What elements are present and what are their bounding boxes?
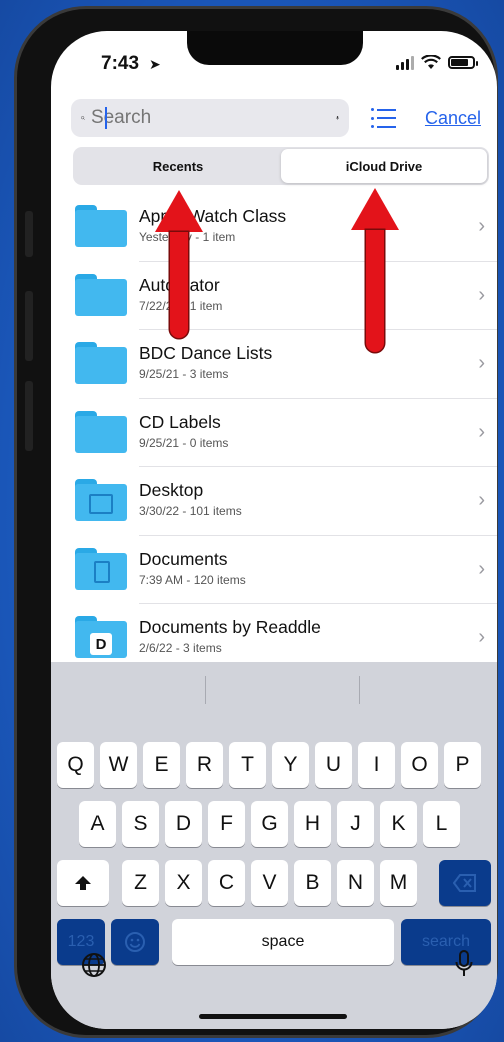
file-name: Desktop [139, 480, 204, 500]
keyboard-row-2: A S D F G H J K L [51, 801, 497, 847]
emoji-icon [125, 932, 145, 952]
file-meta: 3/30/22 - 101 items [139, 504, 242, 518]
chevron-right-icon: › [478, 489, 485, 511]
desktop-folder-icon [75, 479, 127, 521]
search-row: Cancel [71, 99, 481, 137]
backspace-icon [453, 874, 476, 892]
keyboard-row-4: 123 space search [51, 919, 497, 965]
key-l[interactable]: L [423, 801, 460, 847]
globe-icon[interactable] [81, 952, 107, 985]
tab-icloud-drive[interactable]: iCloud Drive [281, 149, 487, 183]
phone-frame: 7:43 ➤ Search Cancel Recents iCloud Driv… [14, 6, 498, 1038]
key-d[interactable]: D [165, 801, 202, 847]
file-name: CD Labels [139, 411, 221, 432]
space-key[interactable]: space [172, 919, 394, 965]
file-meta: 7:39 AM - 120 items [139, 572, 246, 587]
cancel-button[interactable]: Cancel [425, 108, 481, 129]
key-v[interactable]: V [251, 860, 288, 906]
wifi-icon [421, 55, 441, 69]
keyboard-row-3: Z X C V B N M [51, 860, 497, 906]
key-i[interactable]: I [358, 742, 395, 788]
list-item-automator[interactable]: Automator7/22/21 - 1 item › [51, 262, 497, 331]
annotation-arrow-recents [155, 190, 203, 338]
shift-key[interactable] [57, 860, 109, 906]
file-meta: 2/6/22 - 3 items [139, 641, 222, 655]
microphone-icon[interactable] [336, 108, 339, 128]
chevron-right-icon: › [478, 557, 485, 580]
search-field[interactable] [71, 99, 349, 137]
key-q[interactable]: Q [57, 742, 94, 788]
list-item-bdc-dance-lists[interactable]: BDC Dance Lists 9/25/21 - 3 items › [51, 330, 497, 399]
file-name: BDC Dance Lists [139, 343, 273, 363]
shift-icon [75, 876, 91, 890]
mute-switch [25, 211, 33, 257]
key-x[interactable]: X [165, 860, 202, 906]
file-name: Documents by Readdle [139, 617, 321, 637]
key-m[interactable]: M [380, 860, 417, 906]
chevron-right-icon: › [478, 626, 485, 648]
key-n[interactable]: N [337, 860, 374, 906]
list-item-cd-labels[interactable]: CD Labels 9/25/21 - 0 items › [51, 399, 497, 468]
chevron-right-icon: › [478, 283, 485, 306]
status-time: 7:43 [101, 53, 140, 74]
key-s[interactable]: S [122, 801, 159, 847]
key-r[interactable]: R [186, 742, 223, 788]
key-p[interactable]: P [444, 742, 481, 788]
file-meta: Yesterday - 1 item [139, 230, 236, 244]
keyboard-row-1: Q W E R T Y U I O P [51, 742, 497, 788]
emoji-key[interactable] [111, 919, 159, 965]
signal-icon [396, 55, 414, 70]
key-o[interactable]: O [401, 742, 438, 788]
file-meta: 9/25/21 - 0 items [139, 435, 229, 450]
folder-icon [75, 205, 127, 247]
file-list: Apple Watch ClassYesterday - 1 item › Au… [51, 193, 497, 673]
list-item-desktop[interactable]: Desktop 3/30/22 - 101 items › [51, 467, 497, 536]
list-item-documents[interactable]: Documents 7:39 AM - 120 items › [51, 536, 497, 605]
chevron-right-icon: › [478, 352, 485, 374]
key-y[interactable]: Y [272, 742, 309, 788]
key-g[interactable]: G [251, 801, 288, 847]
key-t[interactable]: T [229, 742, 266, 788]
key-h[interactable]: H [294, 801, 331, 847]
home-indicator [199, 1014, 347, 1019]
text-caret [105, 107, 107, 129]
key-j[interactable]: J [337, 801, 374, 847]
documents-folder-icon [75, 547, 127, 590]
key-k[interactable]: K [380, 801, 417, 847]
key-a[interactable]: A [79, 801, 116, 847]
search-input[interactable] [84, 107, 336, 129]
folder-icon [75, 273, 127, 316]
key-e[interactable]: E [143, 742, 180, 788]
delete-key[interactable] [439, 860, 491, 906]
tab-recents[interactable]: Recents [75, 149, 281, 183]
key-c[interactable]: C [208, 860, 245, 906]
folder-icon [75, 342, 127, 384]
phone-screen: 7:43 ➤ Search Cancel Recents iCloud Driv… [51, 31, 497, 1029]
keyboard: Q W E R T Y U I O P A S D F G H J K L Z … [51, 662, 497, 1029]
chevron-right-icon: › [478, 420, 485, 443]
segmented-control: Recents iCloud Drive [73, 147, 489, 185]
location-arrow-icon: ➤ [149, 56, 161, 72]
key-b[interactable]: B [294, 860, 331, 906]
key-z[interactable]: Z [122, 860, 159, 906]
volume-down-button [25, 381, 33, 451]
battery-icon [448, 56, 478, 69]
key-w[interactable]: W [100, 742, 137, 788]
file-meta: 9/25/21 - 3 items [139, 367, 229, 381]
key-f[interactable]: F [208, 801, 245, 847]
key-u[interactable]: U [315, 742, 352, 788]
list-item-apple-watch-class[interactable]: Apple Watch Class Yesterday - 1 item › [51, 193, 497, 262]
annotation-arrow-icloud-drive [351, 188, 399, 352]
search-key[interactable]: search [401, 919, 491, 965]
volume-up-button [25, 291, 33, 361]
dictation-microphone-icon[interactable] [455, 950, 473, 985]
file-name: Documents [139, 548, 228, 569]
folder-icon [75, 410, 127, 453]
status-bar: 7:43 ➤ [51, 53, 497, 79]
suggestion-bar [51, 662, 497, 718]
list-view-icon[interactable] [371, 108, 397, 128]
chevron-right-icon: › [478, 215, 485, 237]
readdle-folder-icon: D [75, 616, 127, 658]
